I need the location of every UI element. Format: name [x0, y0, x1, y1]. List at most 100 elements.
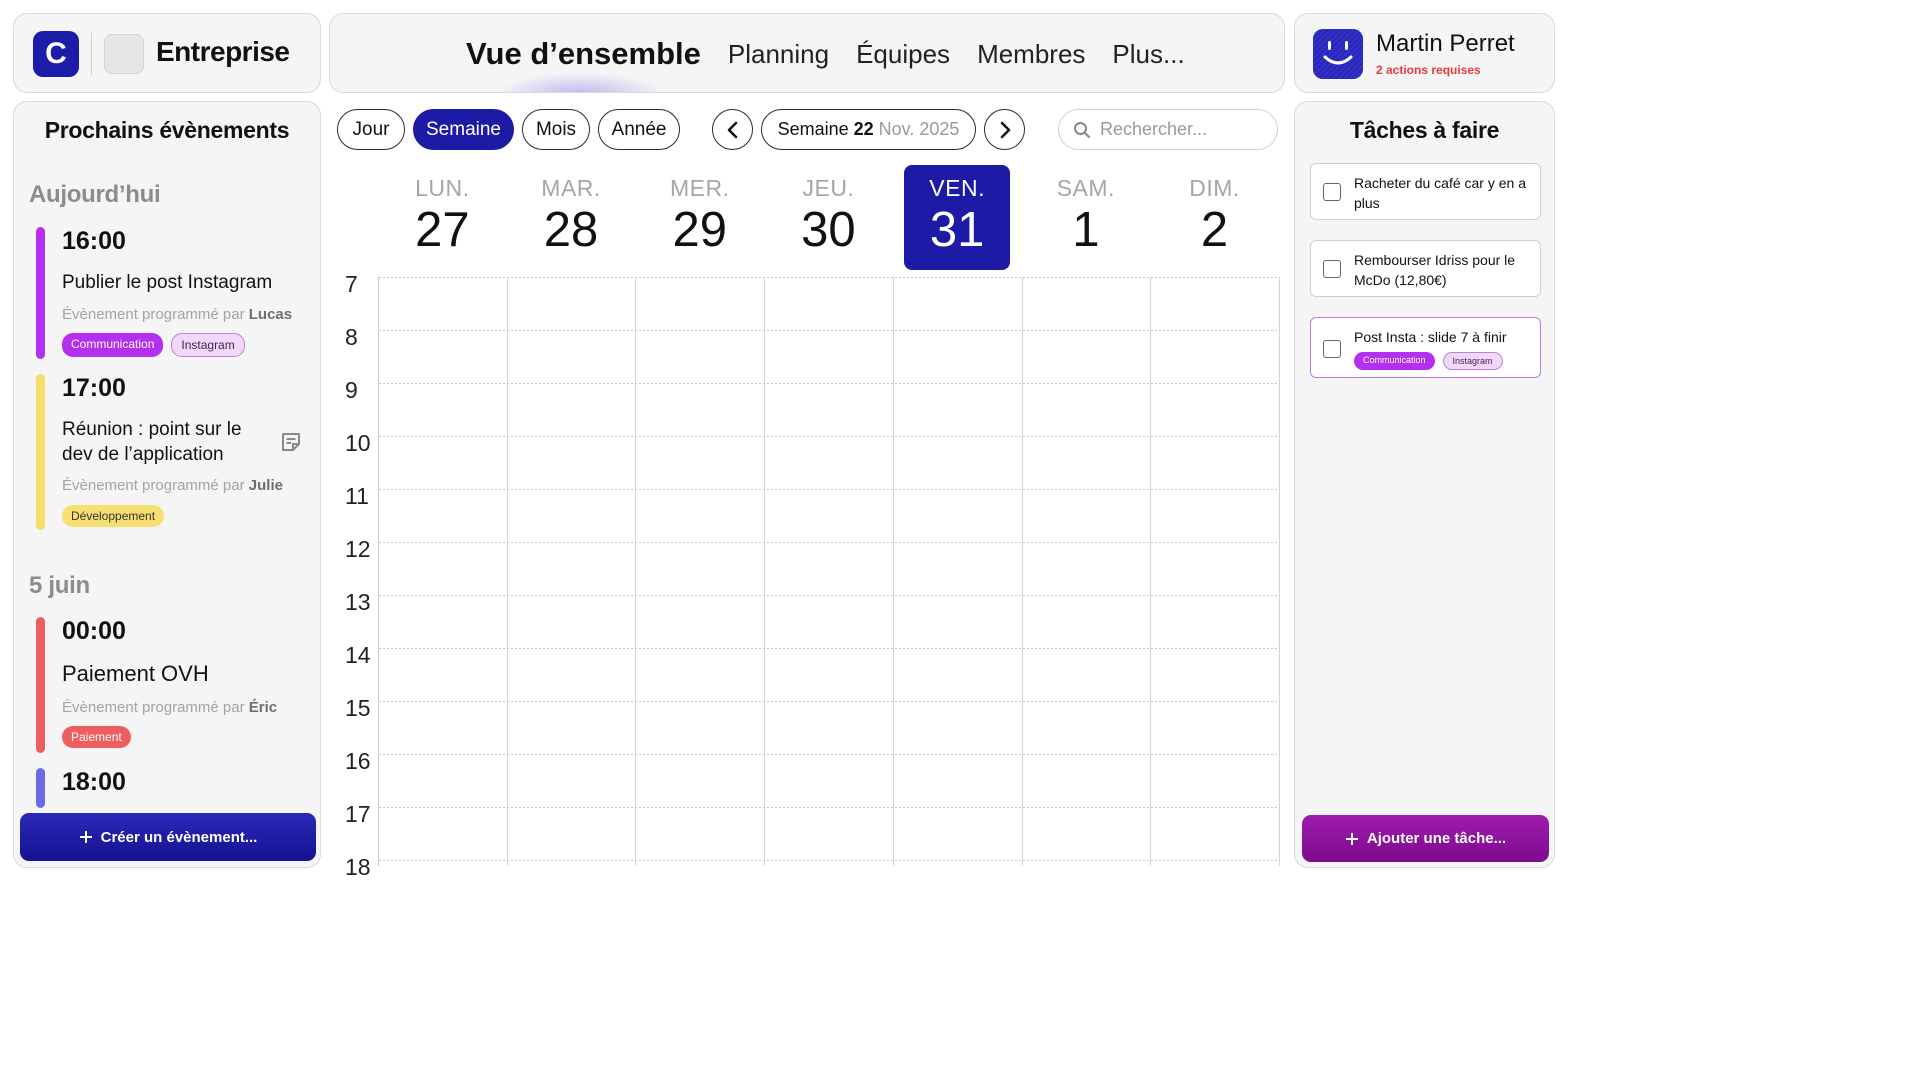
- task-text: Racheter du café car y en a plus: [1354, 175, 1526, 211]
- hour-label: 16: [345, 748, 371, 774]
- brand-panel: C Entreprise: [13, 13, 321, 93]
- event-time: 17:00: [62, 374, 126, 402]
- smiley-avatar-icon: [1313, 29, 1363, 79]
- chevron-left-icon: [727, 121, 737, 138]
- event-color-bar: [36, 617, 45, 753]
- day-name: SAM.: [1056, 175, 1115, 201]
- upcoming-events-panel: Prochains évènements Aujourd’hui 16:00 P…: [13, 101, 321, 868]
- hour-label: 9: [345, 377, 358, 403]
- prev-week-button[interactable]: [712, 109, 753, 150]
- day-header-6[interactable]: DIM. 2: [1162, 165, 1268, 270]
- hour-label: 12: [345, 536, 371, 562]
- grid-lines: [379, 277, 1280, 866]
- hour-label: 7: [345, 271, 358, 297]
- day-header-1[interactable]: MAR. 28: [518, 165, 624, 270]
- task-checkbox[interactable]: [1323, 183, 1341, 201]
- chevron-right-icon: [1000, 121, 1010, 138]
- week-month-year: Nov. 2025: [878, 119, 960, 139]
- event-item[interactable]: 00:00 Paiement OVH Évènement programmé p…: [36, 617, 316, 753]
- company-logo[interactable]: C: [33, 31, 79, 77]
- task-item[interactable]: Racheter du café car y en a plus: [1310, 163, 1541, 220]
- divider: [91, 33, 92, 75]
- week-selector[interactable]: Semaine 22 Nov. 2025: [761, 109, 976, 150]
- workspace-logo-placeholder[interactable]: [104, 34, 144, 74]
- event-time: 16:00: [62, 227, 126, 255]
- section-date: 5 juin: [29, 572, 90, 599]
- hour-label: 15: [345, 695, 371, 721]
- event-title: Paiement OVH: [62, 661, 209, 686]
- hour-label: 17: [345, 801, 371, 827]
- day-header-0[interactable]: LUN. 27: [389, 165, 495, 270]
- search-icon: [1074, 121, 1090, 138]
- tag-instagram[interactable]: Instagram: [1442, 352, 1503, 370]
- hour-label: 10: [345, 430, 371, 456]
- day-number: 2: [1200, 203, 1229, 257]
- hour-label: 14: [345, 642, 371, 668]
- plus-icon: [79, 831, 92, 843]
- event-item[interactable]: 16:00 Publier le post Instagram Évènemen…: [36, 227, 316, 359]
- hour-label: 11: [345, 483, 369, 509]
- nav-planning[interactable]: Planning: [728, 39, 829, 70]
- event-title: Réunion : point sur le dev de l’applicat…: [62, 419, 242, 465]
- nav-teams[interactable]: Équipes: [856, 39, 950, 70]
- search-input[interactable]: [1100, 119, 1260, 140]
- nav-members[interactable]: Membres: [977, 39, 1085, 70]
- day-name: MAR.: [541, 175, 601, 201]
- day-header-3[interactable]: JEU. 30: [775, 165, 881, 270]
- event-time: 00:00: [62, 617, 126, 645]
- day-number: 28: [543, 203, 599, 257]
- calendar: Jour Semaine Mois Année Semaine 22 Nov. …: [329, 101, 1287, 880]
- event-color-bar: [36, 768, 45, 808]
- task-checkbox[interactable]: [1323, 340, 1341, 358]
- main-nav: Vue d’ensemble Planning Équipes Membres …: [329, 13, 1285, 93]
- add-task-label: Ajouter une tâche...: [1366, 830, 1507, 847]
- pending-actions-link[interactable]: 2 actions requises: [1376, 63, 1481, 77]
- view-month[interactable]: Mois: [522, 109, 590, 150]
- view-year[interactable]: Année: [598, 109, 680, 150]
- tag-payment[interactable]: Paiement: [62, 726, 131, 748]
- day-header-4[interactable]: VEN. 31: [904, 165, 1011, 270]
- task-item[interactable]: Post Insta : slide 7 à finir Communicati…: [1310, 317, 1541, 378]
- view-week[interactable]: Semaine: [413, 109, 514, 150]
- task-text: Rembourser Idriss pour le McDo (12,80€): [1354, 252, 1516, 288]
- add-task-button[interactable]: Ajouter une tâche...: [1302, 815, 1549, 862]
- event-item[interactable]: 18:00: [36, 768, 316, 808]
- tag-communication[interactable]: Communication: [1354, 352, 1435, 370]
- task-checkbox[interactable]: [1323, 260, 1341, 278]
- event-author: Évènement programmé par Éric: [62, 699, 278, 716]
- next-week-button[interactable]: [984, 109, 1025, 150]
- tag-development[interactable]: Développement: [62, 505, 165, 527]
- week-grid[interactable]: [378, 277, 1280, 866]
- hour-label: 8: [345, 324, 358, 350]
- event-color-bar: [36, 227, 45, 359]
- tag-instagram[interactable]: Instagram: [171, 333, 245, 357]
- tag-communication[interactable]: Communication: [62, 333, 164, 357]
- day-name: LUN.: [415, 175, 470, 201]
- task-item[interactable]: Rembourser Idriss pour le McDo (12,80€): [1310, 240, 1541, 297]
- tasks-panel: Tâches à faire Racheter du café car y en…: [1294, 101, 1555, 868]
- tasks-title: Tâches à faire: [1349, 117, 1500, 143]
- week-number: 22: [853, 119, 874, 139]
- event-author: Évènement programmé par Lucas: [62, 306, 293, 323]
- create-event-button[interactable]: Créer un évènement...: [20, 813, 316, 861]
- section-today: Aujourd’hui: [29, 181, 161, 208]
- search-box[interactable]: [1058, 109, 1278, 150]
- hour-label: 18: [345, 854, 371, 880]
- event-author: Évènement programmé par Julie: [62, 477, 283, 494]
- event-item[interactable]: 17:00 Réunion : point sur le dev de l’ap…: [36, 374, 316, 530]
- events-title: Prochains évènements: [44, 117, 290, 143]
- user-panel[interactable]: Martin Perret 2 actions requises: [1294, 13, 1555, 93]
- day-header-5[interactable]: SAM. 1: [1033, 165, 1139, 270]
- nav-more[interactable]: Plus...: [1112, 39, 1184, 70]
- day-number: 31: [929, 203, 985, 257]
- task-text: Post Insta : slide 7 à finir: [1354, 329, 1507, 345]
- day-header-2[interactable]: MER. 29: [647, 165, 753, 270]
- event-color-bar: [36, 374, 45, 530]
- nav-overview[interactable]: Vue d’ensemble: [466, 36, 701, 72]
- event-time: 18:00: [62, 768, 126, 796]
- note-icon[interactable]: [280, 431, 302, 453]
- company-name[interactable]: Entreprise: [156, 36, 290, 68]
- avatar[interactable]: [1313, 29, 1363, 79]
- day-name: MER.: [670, 175, 730, 201]
- view-day[interactable]: Jour: [337, 109, 405, 150]
